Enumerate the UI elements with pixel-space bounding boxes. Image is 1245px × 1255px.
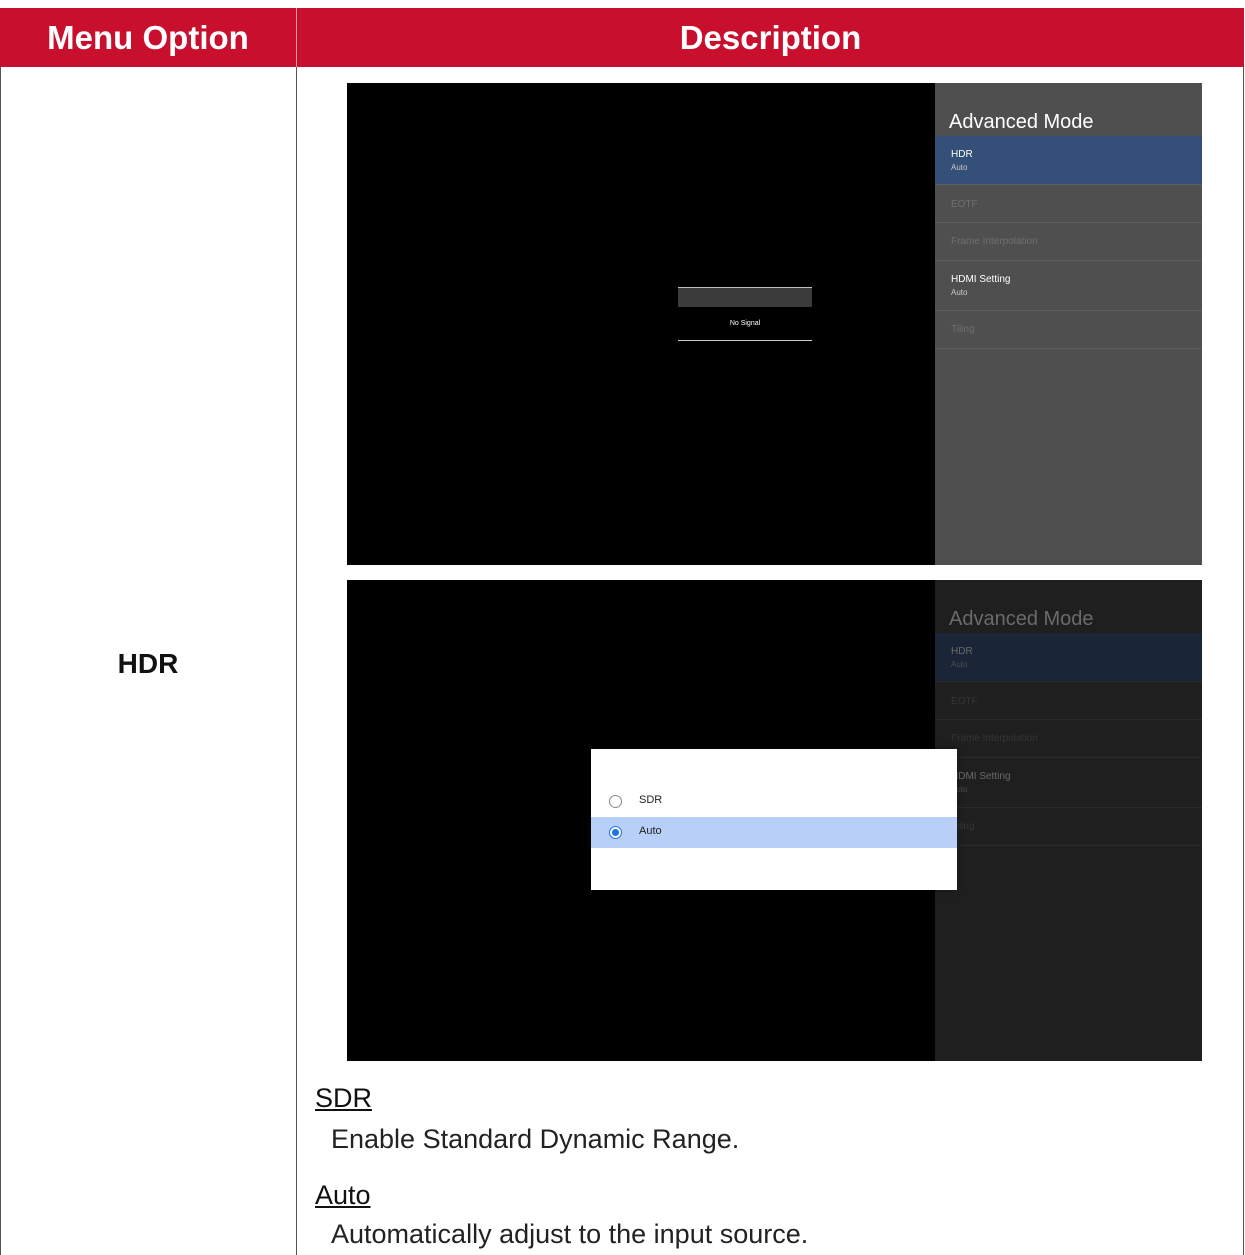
hdr-options-dialog: SDR Auto [591,749,957,890]
menu-item-hdr: HDR Auto [935,633,1202,682]
menu-item-eotf: EOTF [935,682,1202,720]
settings-table: Menu Option Description HDR No Signal Ad… [0,0,1244,1255]
radio-checked-icon[interactable] [609,826,622,839]
panel-title: Advanced Mode [949,111,1094,133]
no-signal-text: No Signal [729,320,761,327]
menu-option-hdr: HDR [117,648,179,679]
menu-item-label: Frame Interpolation [951,733,1038,744]
advanced-mode-panel-dimmed: Advanced Mode HDR Auto EOTF Frame Interp… [935,580,1202,1061]
description-heading-auto: Auto [315,1180,371,1210]
no-signal-bar [678,287,812,307]
menu-item-value: Auto [951,163,968,172]
menu-item-hdr[interactable]: HDR Auto [935,136,1202,185]
menu-item-hdmi-setting: HDMI Setting Auto [935,758,1202,808]
menu-item-tiling[interactable]: Tiling [935,311,1202,349]
menu-item-label: HDMI Setting [951,771,1011,782]
option-label: SDR [639,794,663,806]
no-signal-box: No Signal [678,287,812,342]
menu-item-label: Frame Interpolation [951,236,1038,247]
table-header: Menu Option Description [0,8,1244,67]
radio-unchecked-icon[interactable] [609,795,622,808]
panel-title: Advanced Mode [949,608,1094,630]
menu-item-label: Tiling [951,324,975,335]
description-text-sdr: Enable Standard Dynamic Range. [331,1124,740,1154]
menu-item-frame-interpolation[interactable]: Frame Interpolation [935,223,1202,261]
option-sdr[interactable]: SDR [591,786,957,817]
menu-item-label: HDR [951,149,973,160]
description-heading-sdr: SDR [315,1083,373,1113]
header-menu-option: Menu Option [47,19,249,56]
no-signal-line [678,340,812,341]
menu-item-tiling: Tiling [935,808,1202,846]
menu-item-label: HDR [951,646,973,657]
option-label: Auto [639,825,662,837]
screenshot-advanced-mode: No Signal Advanced Mode HDR Auto EOTF Fr… [347,83,1202,565]
advanced-mode-panel: Advanced Mode HDR Auto EOTF Frame Interp… [935,83,1202,565]
menu-item-value: Auto [951,288,968,297]
header-description: Description [679,19,862,56]
table-border-middle [296,67,297,1255]
screenshot-hdr-dialog: Advanced Mode HDR Auto EOTF Frame Interp… [347,580,1202,1061]
menu-item-label: EOTF [951,199,978,210]
option-auto[interactable]: Auto [591,817,957,848]
description-text-auto: Automatically adjust to the input source… [331,1219,809,1249]
menu-item-label: EOTF [951,696,978,707]
menu-item-label: HDMI Setting [951,274,1011,285]
menu-item-hdmi-setting[interactable]: HDMI Setting Auto [935,261,1202,311]
menu-item-eotf[interactable]: EOTF [935,185,1202,223]
menu-item-frame-interpolation: Frame Interpolation [935,720,1202,758]
table-border-right [1243,67,1244,1255]
menu-item-value: Auto [951,660,968,669]
